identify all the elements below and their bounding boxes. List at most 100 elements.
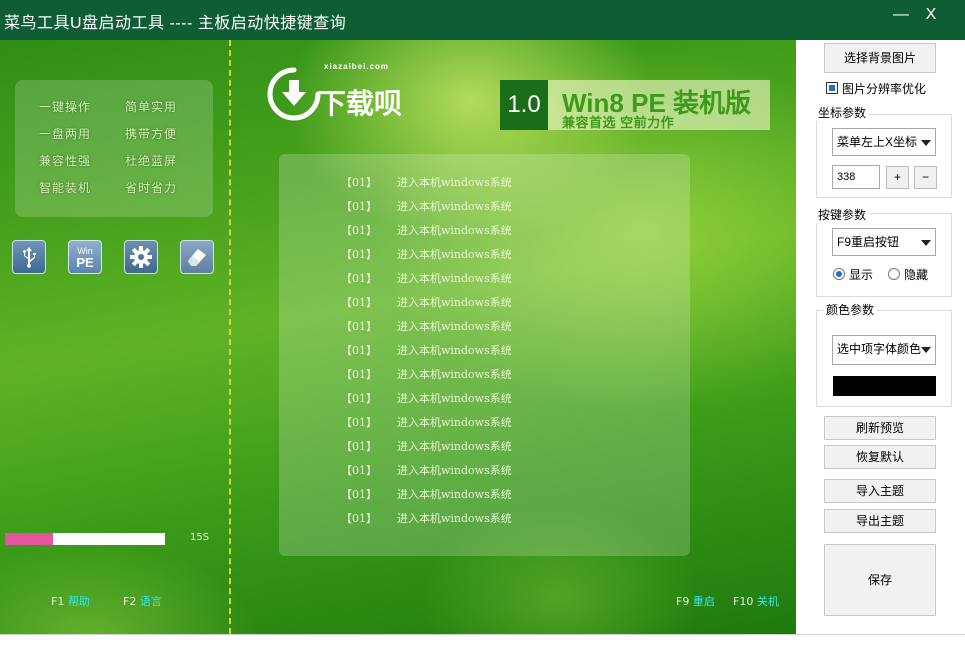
color-swatch[interactable]: [833, 376, 936, 396]
color-select-value: 选中项字体颜色: [837, 342, 922, 356]
hotkey-action: 帮助: [67, 595, 90, 608]
chevron-down-icon: [921, 240, 931, 246]
hotkey-action: 关机: [756, 595, 779, 608]
menu-item-num: 【01】: [341, 368, 377, 381]
close-button[interactable]: X: [916, 4, 946, 28]
menu-item-num: 【01】: [341, 464, 377, 477]
radio-dot: [836, 271, 842, 277]
image-optimize-checkbox[interactable]: [826, 82, 838, 94]
menu-item-label: 进入本机windows系统: [397, 344, 512, 357]
feature-text: 携带方便: [125, 127, 178, 141]
menu-item-num: 【01】: [341, 416, 377, 429]
menu-item[interactable]: 【01】 进入本机windows系统: [341, 342, 512, 360]
usb-icon[interactable]: [12, 240, 46, 274]
menu-item[interactable]: 【01】 进入本机windows系统: [341, 438, 512, 456]
winpe-icon[interactable]: Win PE: [68, 240, 102, 274]
feature-text: 省时省力: [125, 181, 178, 195]
menu-item-label: 进入本机windows系统: [397, 416, 512, 429]
menu-item[interactable]: 【01】 进入本机windows系统: [341, 270, 512, 288]
menu-item-label: 进入本机windows系统: [397, 176, 512, 189]
key-select-value: F9重启按钮: [837, 235, 900, 249]
menu-item[interactable]: 【01】 进入本机windows系统: [341, 246, 512, 264]
menu-item[interactable]: 【01】 进入本机windows系统: [341, 174, 512, 192]
countdown-progress-fill: [5, 533, 53, 545]
gear-icon[interactable]: [124, 240, 158, 274]
eraser-icon[interactable]: [180, 240, 214, 274]
logo-site: xiazaibei.com: [324, 62, 390, 71]
color-select[interactable]: 选中项字体颜色: [832, 335, 936, 365]
save-button[interactable]: 保存: [824, 544, 936, 616]
menu-item-label: 进入本机windows系统: [397, 224, 512, 237]
show-radio[interactable]: [833, 268, 845, 280]
title-bar: 菜鸟工具U盘启动工具 ---- 主板启动快捷键查询 — X: [0, 0, 965, 40]
feature-text: 一键操作: [39, 100, 92, 114]
dashed-divider: [229, 40, 231, 634]
feature-text: 智能装机: [39, 181, 92, 195]
menu-item-num: 【01】: [341, 176, 377, 189]
menu-item-num: 【01】: [341, 272, 377, 285]
menu-item-label: 进入本机windows系统: [397, 320, 512, 333]
menu-item-label: 进入本机windows系统: [397, 392, 512, 405]
status-bar: [0, 634, 965, 650]
menu-item-num: 【01】: [341, 200, 377, 213]
menu-item[interactable]: 【01】 进入本机windows系统: [341, 198, 512, 216]
hotkey-help[interactable]: F1 帮助: [51, 593, 90, 609]
menu-item-label: 进入本机windows系统: [397, 440, 512, 453]
hotkey-key: F2: [123, 595, 137, 608]
restore-default-button[interactable]: 恢复默认: [824, 445, 936, 469]
menu-item-label: 进入本机windows系统: [397, 296, 512, 309]
feature-text: 一盘两用: [39, 127, 92, 141]
menu-item[interactable]: 【01】 进入本机windows系统: [341, 414, 512, 432]
menu-item-label: 进入本机windows系统: [397, 464, 512, 477]
window-title: 菜鸟工具U盘启动工具 ---- 主板启动快捷键查询: [4, 15, 347, 32]
decrement-button[interactable]: −: [914, 166, 937, 189]
menu-item-num: 【01】: [341, 512, 377, 525]
key-group-title: 按键参数: [816, 206, 869, 223]
chevron-down-icon: [921, 347, 931, 353]
hide-radio[interactable]: [888, 268, 900, 280]
image-optimize-label: 图片分辨率优化: [842, 82, 927, 96]
hotkey-language[interactable]: F2 语言: [123, 593, 162, 609]
minimize-button[interactable]: —: [886, 4, 916, 28]
coord-select[interactable]: 菜单左上X坐标: [832, 128, 936, 156]
key-select[interactable]: F9重启按钮: [832, 228, 936, 256]
preview-canvas: 一键操作 简单实用 一盘两用 携带方便 兼容性强 杜绝蓝屏 智能装机 省时省力 …: [0, 40, 796, 634]
logo: xiazaibei.com 下载呗: [266, 60, 416, 132]
settings-panel: 选择背景图片 图片分辨率优化 坐标参数 菜单左上X坐标 338 + − 按键参数…: [796, 40, 965, 634]
menu-item-num: 【01】: [341, 344, 377, 357]
banner-version: 1.0: [500, 80, 548, 130]
show-label: 显示: [849, 268, 874, 282]
feature-text: 杜绝蓝屏: [125, 154, 178, 168]
menu-item[interactable]: 【01】 进入本机windows系统: [341, 462, 512, 480]
hotkey-shutdown[interactable]: F10 关机: [733, 593, 779, 609]
menu-item-num: 【01】: [341, 488, 377, 501]
menu-item[interactable]: 【01】 进入本机windows系统: [341, 390, 512, 408]
winpe-banner: 1.0 Win8 PE 装机版 兼容首选 空前力作: [500, 80, 770, 130]
refresh-preview-button[interactable]: 刷新预览: [824, 416, 936, 440]
download-logo-icon: [267, 67, 321, 121]
menu-item[interactable]: 【01】 进入本机windows系统: [341, 366, 512, 384]
menu-item[interactable]: 【01】 进入本机windows系统: [341, 510, 512, 528]
hotkey-restart[interactable]: F9 重启: [676, 593, 715, 609]
menu-item-label: 进入本机windows系统: [397, 200, 512, 213]
winpe-icon-bottom: PE: [76, 255, 94, 270]
menu-item[interactable]: 【01】 进入本机windows系统: [341, 486, 512, 504]
menu-item[interactable]: 【01】 进入本机windows系统: [341, 318, 512, 336]
menu-item-label: 进入本机windows系统: [397, 272, 512, 285]
menu-item-num: 【01】: [341, 248, 377, 261]
choose-background-button[interactable]: 选择背景图片: [824, 43, 936, 73]
countdown-progress: [5, 533, 165, 545]
coord-value-input[interactable]: 338: [832, 165, 880, 189]
menu-item[interactable]: 【01】 进入本机windows系统: [341, 222, 512, 240]
menu-item-label: 进入本机windows系统: [397, 368, 512, 381]
menu-item-num: 【01】: [341, 320, 377, 333]
hide-label: 隐藏: [904, 268, 929, 282]
menu-item-num: 【01】: [341, 224, 377, 237]
coord-group-title: 坐标参数: [816, 104, 869, 121]
menu-item[interactable]: 【01】 进入本机windows系统: [341, 294, 512, 312]
export-theme-button[interactable]: 导出主题: [824, 509, 936, 533]
increment-button[interactable]: +: [886, 166, 909, 189]
import-theme-button[interactable]: 导入主题: [824, 479, 936, 503]
feature-text: 兼容性强: [39, 154, 92, 168]
hotkey-key: F9: [676, 595, 690, 608]
